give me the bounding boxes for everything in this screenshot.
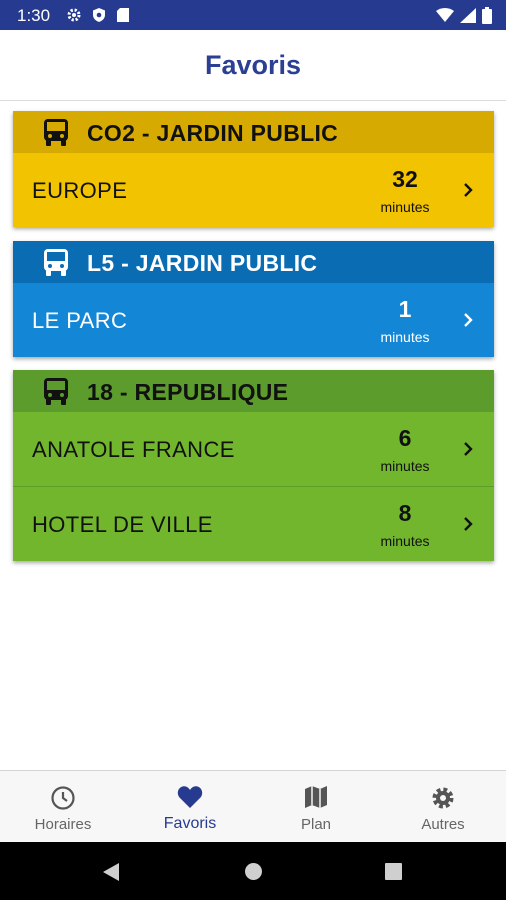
home-icon[interactable] (244, 862, 263, 881)
gear-icon (67, 8, 81, 22)
nav-label: Horaires (34, 816, 92, 833)
nav-item-plan[interactable]: Plan (253, 771, 379, 843)
favorite-line-card-18: 18 - REPUBLIQUE ANATOLE FRANCE 6 minutes… (13, 370, 494, 561)
bottom-navigation: Horaires Favoris Plan Autres (0, 770, 506, 843)
nav-item-favoris[interactable]: Favoris (127, 771, 253, 843)
stop-name: ANATOLE FRANCE (32, 437, 235, 462)
stop-name: EUROPE (32, 178, 128, 203)
line-header: L5 - JARDIN PUBLIC (13, 241, 494, 283)
wait-unit: minutes (380, 533, 430, 549)
nav-label: Autres (421, 816, 465, 833)
stop-row[interactable]: LE PARC 1 minutes (13, 283, 494, 357)
map-icon (305, 786, 327, 808)
stop-name: LE PARC (32, 308, 128, 333)
wait-unit: minutes (380, 199, 430, 215)
recents-icon[interactable] (385, 863, 402, 880)
nav-item-horaires[interactable]: Horaires (0, 771, 126, 843)
app-header: Favoris (0, 30, 506, 101)
bus-icon (44, 119, 68, 146)
line-name: CO2 - JARDIN PUBLIC (87, 120, 339, 146)
wait-unit: minutes (380, 329, 430, 345)
favorite-line-card-co2: CO2 - JARDIN PUBLIC EUROPE 32 minutes (13, 111, 494, 227)
bus-icon (44, 249, 68, 276)
back-icon[interactable] (102, 862, 120, 882)
chevron-right-icon (464, 442, 473, 456)
nav-label: Plan (300, 816, 332, 833)
clock-icon (51, 786, 75, 810)
sd-card-icon (117, 8, 129, 22)
stop-row[interactable]: ANATOLE FRANCE 6 minutes (13, 412, 494, 486)
gear-icon (432, 787, 454, 809)
signal-icon (460, 8, 476, 23)
line-header: 18 - REPUBLIQUE (13, 370, 494, 412)
line-name: L5 - JARDIN PUBLIC (87, 250, 318, 276)
status-time: 1:30 (17, 6, 51, 25)
wifi-icon (436, 8, 454, 22)
nav-label: Favoris (163, 815, 217, 832)
battery-icon (482, 7, 492, 24)
bus-icon (44, 378, 68, 405)
stop-row[interactable]: EUROPE 32 minutes (13, 153, 494, 227)
nav-item-autres[interactable]: Autres (380, 771, 506, 843)
wait-unit: minutes (380, 458, 430, 474)
wait-time: 6 (398, 425, 412, 451)
stop-name: HOTEL DE VILLE (32, 512, 213, 537)
line-name: 18 - REPUBLIQUE (87, 379, 289, 405)
status-system-icons (436, 7, 492, 24)
chevron-right-icon (464, 183, 473, 197)
chevron-right-icon (464, 517, 473, 531)
stop-row[interactable]: HOTEL DE VILLE 8 minutes (13, 487, 494, 561)
heart-icon (177, 786, 203, 808)
page-title: Favoris (204, 50, 302, 80)
status-notification-icons (66, 7, 130, 23)
chevron-right-icon (464, 313, 473, 327)
system-navigation-bar (0, 842, 506, 900)
wait-time: 1 (398, 296, 412, 322)
wait-time: 32 (392, 166, 418, 192)
wait-time: 8 (398, 500, 412, 526)
shield-icon (93, 8, 105, 22)
line-header: CO2 - JARDIN PUBLIC (13, 111, 494, 153)
favorite-line-card-l5: L5 - JARDIN PUBLIC LE PARC 1 minutes (13, 241, 494, 357)
status-bar: 1:30 (0, 0, 506, 30)
